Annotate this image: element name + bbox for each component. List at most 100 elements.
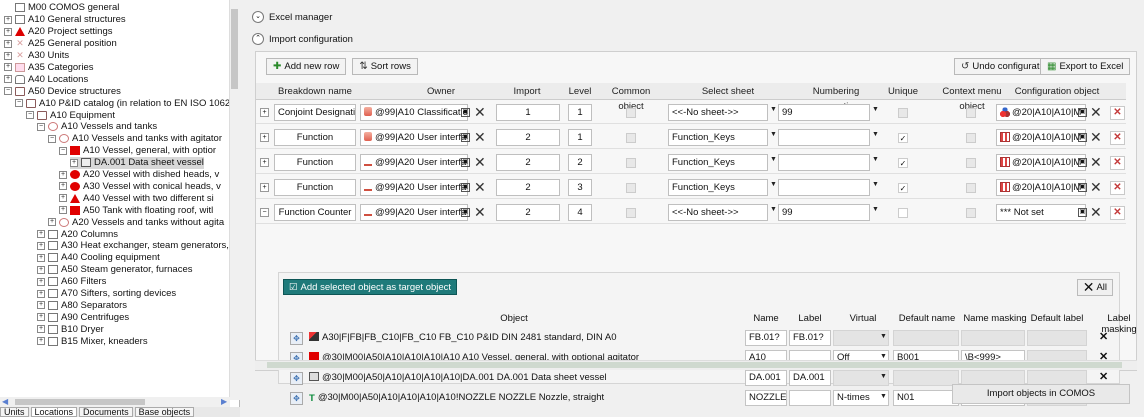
unique-checkbox[interactable] [898, 208, 908, 218]
import-configuration-header[interactable]: ⌃ Import configuration [252, 33, 353, 45]
level-field[interactable]: 1 [568, 104, 592, 121]
nav-tab-documents[interactable]: Documents [79, 407, 133, 417]
remove-all-button[interactable]: ✕ All [1076, 279, 1113, 296]
tree-item[interactable]: + A20 Project settings [4, 26, 113, 38]
configuration-object-field[interactable]: @20|A10|A10|M [996, 179, 1086, 196]
picker-icon[interactable]: ▣ [1078, 108, 1087, 117]
picker-icon[interactable]: ▣ [1078, 208, 1087, 217]
navigate-arrows-icon[interactable]: ✥ [290, 332, 303, 345]
column-header-common-object[interactable]: Common object [598, 84, 664, 112]
dropdown-arrow-icon[interactable]: ▼ [770, 156, 777, 163]
tree-item[interactable]: − A10 P&ID catalog (in relation to EN ISO… [15, 97, 235, 109]
expander-icon[interactable]: + [4, 39, 12, 48]
target-header-default-name[interactable]: Default name [895, 313, 959, 324]
tree-item[interactable]: + A10 General structures [4, 14, 126, 26]
remove-owner-icon[interactable]: ✕ [474, 180, 486, 194]
import-sequence-field[interactable]: 2 [496, 154, 560, 171]
import-sequence-field[interactable]: 2 [496, 204, 560, 221]
expander-icon[interactable]: + [4, 15, 12, 24]
numbering-convention-dropdown[interactable] [778, 154, 870, 171]
picker-icon[interactable]: ▣ [461, 183, 470, 192]
context-menu-object-checkbox[interactable] [966, 158, 976, 168]
target-name-masking-field[interactable] [961, 330, 1025, 346]
tree-item[interactable]: + A35 Categories [4, 62, 93, 74]
expand-chevron-icon[interactable]: ⌄ [252, 11, 264, 23]
tree-item[interactable]: + A70 Sifters, sorting devices [37, 288, 176, 300]
dropdown-arrow-icon[interactable]: ▼ [872, 206, 879, 213]
expander-icon[interactable]: + [37, 253, 45, 262]
level-field[interactable]: 4 [568, 204, 592, 221]
tree-item[interactable]: + A60 Filters [37, 276, 106, 288]
expander-icon[interactable]: + [4, 75, 12, 84]
tree-item[interactable]: + A40 Vessel with two different si [59, 192, 214, 204]
virtual-dropdown-arrow-icon[interactable]: ▼ [880, 353, 887, 360]
column-header-configuration-object[interactable]: Configuration object [1014, 84, 1100, 99]
target-header-virtual[interactable]: Virtual [835, 313, 891, 324]
remove-config-icon[interactable]: ✕ [1090, 180, 1102, 194]
dropdown-arrow-icon[interactable]: ▼ [872, 156, 879, 163]
expander-icon[interactable]: − [15, 99, 23, 108]
expander-icon[interactable]: + [59, 170, 67, 179]
configuration-object-field[interactable]: @20|A10|A10|M [996, 104, 1086, 121]
expander-icon[interactable]: − [37, 122, 45, 131]
common-object-checkbox[interactable] [626, 108, 636, 118]
expander-icon[interactable]: + [37, 230, 45, 239]
tree-item[interactable]: − A10 Equipment [26, 109, 115, 121]
import-sequence-field[interactable]: 1 [496, 104, 560, 121]
tree-item[interactable]: − A10 Vessel, general, with optior [59, 145, 216, 157]
expander-icon[interactable]: + [4, 27, 12, 36]
tree-item[interactable]: + ✕ A25 General position [4, 38, 117, 50]
expander-icon[interactable]: − [48, 134, 56, 143]
unique-checkbox[interactable]: ✓ [898, 133, 908, 143]
expander-icon[interactable]: + [37, 265, 45, 274]
target-header-name[interactable]: Name [745, 313, 787, 324]
expander-icon[interactable]: − [26, 111, 34, 120]
column-header-import-sequence[interactable]: Import sequence [494, 84, 560, 112]
picker-icon[interactable]: ▣ [1078, 133, 1087, 142]
dropdown-arrow-icon[interactable]: ▼ [872, 131, 879, 138]
expander-icon[interactable]: + [37, 289, 45, 298]
delete-row-button[interactable]: ✕ [1110, 181, 1125, 195]
import-objects-button[interactable]: Import objects in COMOS [952, 384, 1130, 404]
breakdown-name-field[interactable]: Function [274, 154, 356, 171]
nav-tab-base-objects[interactable]: Base objects [134, 407, 195, 417]
dropdown-arrow-icon[interactable]: ▼ [872, 106, 879, 113]
tree-item[interactable]: M00 COMOS general [4, 2, 119, 14]
remove-config-icon[interactable]: ✕ [1090, 205, 1102, 219]
target-label-field[interactable] [789, 390, 831, 406]
expander-icon[interactable]: + [37, 313, 45, 322]
remove-config-icon[interactable]: ✕ [1090, 130, 1102, 144]
remove-owner-icon[interactable]: ✕ [474, 105, 486, 119]
target-name-field[interactable]: FB.01? [745, 330, 787, 346]
column-header-context-menu-object[interactable]: Context menu object [934, 84, 1010, 112]
tree-horizontal-scroll-thumb[interactable] [15, 399, 145, 405]
expander-icon[interactable]: + [4, 51, 12, 60]
picker-icon[interactable]: ▣ [1078, 183, 1087, 192]
row-expander-icon[interactable]: + [260, 108, 269, 117]
scroll-left-arrow-icon[interactable]: ◀ [2, 397, 8, 406]
virtual-dropdown-arrow-icon[interactable]: ▼ [880, 373, 887, 380]
collapse-chevron-icon[interactable]: ⌃ [252, 33, 264, 45]
configuration-object-field[interactable]: *** Not set [996, 204, 1086, 221]
context-menu-object-checkbox[interactable] [966, 208, 976, 218]
select-sheet-dropdown[interactable]: <<-No sheet->> [668, 104, 768, 121]
picker-icon[interactable]: ▣ [1078, 158, 1087, 167]
target-header-object[interactable]: Object [299, 313, 729, 324]
import-sequence-field[interactable]: 2 [496, 179, 560, 196]
expander-icon[interactable]: + [4, 63, 12, 72]
tree-item[interactable]: + A30 Vessel with conical heads, v [59, 181, 221, 193]
breakdown-name-field[interactable]: Function Counter [274, 204, 356, 221]
target-name-field[interactable]: DA.001 [745, 370, 787, 386]
column-header-unique[interactable]: Unique [878, 84, 928, 99]
unique-checkbox[interactable] [898, 108, 908, 118]
expander-icon[interactable]: + [70, 158, 78, 167]
import-sequence-field[interactable]: 2 [496, 129, 560, 146]
target-default-name-field[interactable] [893, 370, 959, 386]
context-menu-object-checkbox[interactable] [966, 108, 976, 118]
remove-owner-icon[interactable]: ✕ [474, 205, 486, 219]
navigate-arrows-icon[interactable]: ✥ [290, 392, 303, 405]
delete-row-button[interactable]: ✕ [1110, 156, 1125, 170]
tree-item[interactable]: + B10 Dryer [37, 323, 104, 335]
context-menu-object-checkbox[interactable] [966, 133, 976, 143]
expander-icon[interactable]: + [37, 301, 45, 310]
